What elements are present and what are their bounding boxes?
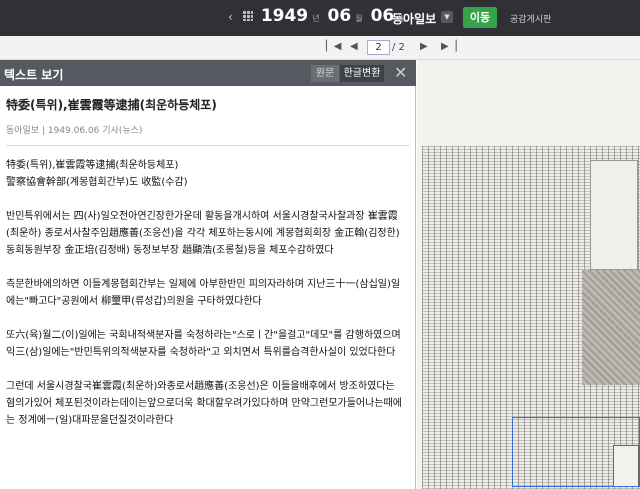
paragraph-3: 또六(육)월二(이)일에는 국회내적색분자를 숙청하라는"스로ㅣ간"을걸고"데모… (6, 330, 401, 358)
panel-title: 텍스트 보기 (4, 68, 64, 82)
go-button[interactable]: 이동 (463, 7, 497, 28)
paragraph-2: 측문한바에의하면 이들계몽협회간부는 일제에 아부한반민 피의자라하며 지난三十… (6, 279, 401, 307)
calendar-grid-icon[interactable] (242, 11, 253, 21)
article-content: 特委(특위),崔雲霞等逮捕(최운하등체포) 동아일보 | 1949.06.06 … (6, 96, 410, 446)
article-body: 特委(특위),崔雲霞等逮捕(최운하등체포) 警察協會幹部(계몽협회간부)도 收監… (6, 157, 406, 429)
date-selector: ‹ 1949 년 06 월 06 일 › (228, 6, 418, 26)
article-meta: 동아일보 | 1949.06.06 기사(뉴스) (6, 126, 143, 136)
share-board-link[interactable]: 공감게시판 (510, 12, 551, 25)
tab-original[interactable]: 원문 (311, 65, 339, 82)
first-page-icon[interactable]: ▏◀ (326, 41, 341, 52)
newspaper-selector[interactable]: 동아일보 (392, 10, 436, 27)
year-value[interactable]: 1949 (261, 6, 308, 26)
divider (6, 145, 410, 146)
day-value[interactable]: 06 (371, 6, 395, 26)
chevron-down-icon[interactable]: ▼ (441, 11, 453, 23)
text-view-panel: 텍스트 보기 원문 한글변환 ✕ 特委(특위),崔雲霞等逮捕(최운하등체포) 동… (0, 60, 416, 489)
close-icon[interactable]: ✕ (394, 63, 407, 82)
headline-block-image (590, 160, 638, 270)
paragraph-4: 그런데 서울시경찰국崔雲霞(최운하)와종로서趙應善(조응선)은 이들을배후에서 … (6, 381, 402, 426)
year-unit: 년 (312, 14, 320, 23)
total-pages: / 2 (392, 42, 405, 53)
paragraph-1: 반민특위에서는 四(사)일오전아연긴장한가운데 활동을개시하여 서울시경찰국사찰… (6, 211, 400, 256)
photo-block-image (582, 270, 640, 385)
top-navigation-bar: ‹ 1949 년 06 월 06 일 › 동아일보 ▼ 이동 공감게시판 (0, 0, 640, 36)
month-value[interactable]: 06 (328, 6, 352, 26)
page-navigation-bar: ▏◀ ◀ 2 / 2 ▶ ▶▕ (0, 36, 640, 60)
prev-page-icon[interactable]: ◀ (350, 41, 358, 52)
selected-article-highlight[interactable] (512, 417, 640, 487)
lead-line-1: 特委(특위),崔雲霞等逮捕(최운하등체포) (6, 160, 179, 171)
current-page-input[interactable]: 2 (367, 40, 390, 55)
last-page-icon[interactable]: ▶▕ (441, 41, 456, 52)
next-page-icon[interactable]: ▶ (420, 41, 428, 52)
panel-header: 텍스트 보기 원문 한글변환 ✕ (0, 60, 416, 86)
month-unit: 월 (355, 14, 363, 23)
article-title: 特委(특위),崔雲霞等逮捕(최운하등체포) (6, 98, 217, 112)
prev-date-chevron-icon[interactable]: ‹ (228, 10, 233, 24)
tab-korean-conversion[interactable]: 한글변환 (340, 65, 384, 82)
lead-line-2: 警察協會幹部(계몽협회간부)도 收監(수감) (6, 177, 188, 188)
newspaper-scan-viewer[interactable] (417, 60, 640, 489)
